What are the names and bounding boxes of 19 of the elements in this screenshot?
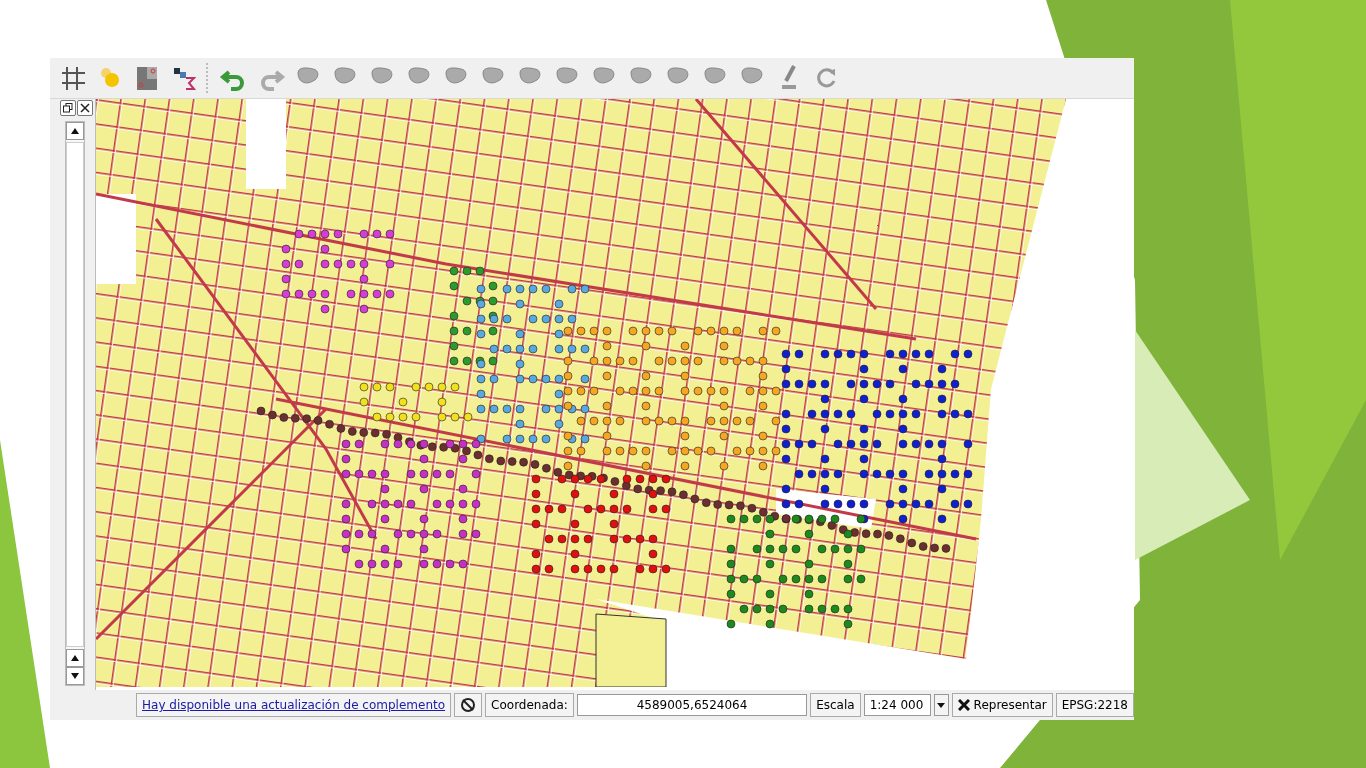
messages-button[interactable] <box>454 693 483 717</box>
restore-icon <box>63 103 73 113</box>
crs-button[interactable]: EPSG:2218 <box>1055 693 1134 717</box>
close-panel-button[interactable] <box>77 100 93 116</box>
vertical-scrollbar[interactable] <box>65 121 85 686</box>
scroll-up-icon[interactable] <box>71 655 79 661</box>
coordinate-label: Coordenada: <box>485 693 574 717</box>
scale-label: Escala <box>810 693 861 717</box>
float-panel-button[interactable] <box>60 100 76 116</box>
scroll-up-icon[interactable] <box>71 128 79 134</box>
coordinate-field[interactable]: 4589005,6524064 <box>576 694 808 716</box>
render-checkbox[interactable]: Representar <box>951 693 1053 717</box>
caret-icon <box>937 702 946 708</box>
scroll-down-icon[interactable] <box>71 673 79 679</box>
scale-dropdown-button[interactable] <box>933 694 949 716</box>
messages-icon <box>460 697 477 713</box>
scale-field[interactable]: 1:24 000 <box>863 694 931 716</box>
street-map-drawing[interactable] <box>96 99 1066 687</box>
close-icon <box>80 103 90 113</box>
